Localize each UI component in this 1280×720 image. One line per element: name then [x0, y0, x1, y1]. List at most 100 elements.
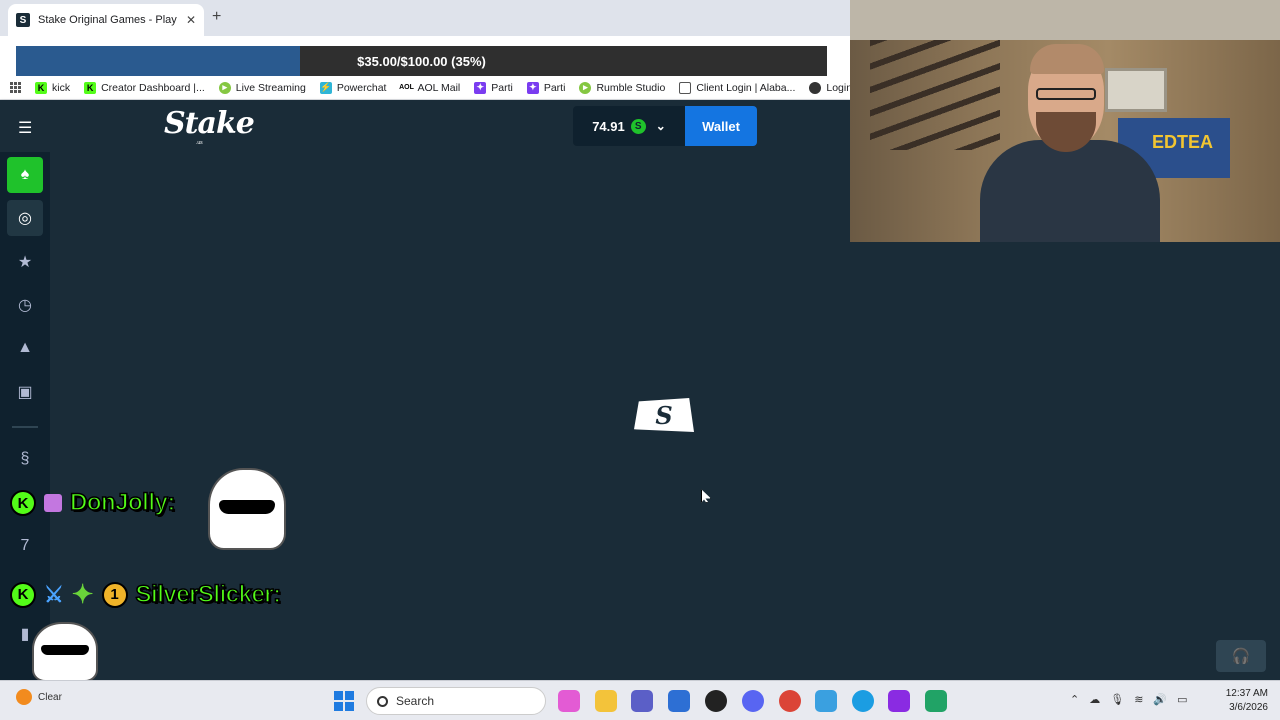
bookmark-parti-1[interactable]: ✦ Parti	[474, 81, 513, 94]
bookmark-label: Login	[826, 81, 850, 94]
powerchat-icon: ⚡	[319, 81, 332, 94]
sports-icon[interactable]: ◎	[7, 200, 43, 236]
wifi-icon[interactable]: ≋	[1134, 693, 1143, 706]
bookmark-kick[interactable]: Kkick	[35, 81, 71, 94]
kick-icon: K	[35, 81, 47, 94]
kick-icon: K	[84, 81, 97, 94]
app-icon[interactable]	[815, 690, 837, 712]
bookmark-parti-2[interactable]: ✦ Parti	[526, 81, 566, 94]
stake-originals-icon[interactable]: §	[7, 441, 43, 477]
clock-time: 12:37 AM	[1225, 688, 1268, 699]
bookmark-label: Client Login | Alaba...	[696, 81, 796, 94]
streamer-hat	[1030, 44, 1104, 74]
parti-icon: ✦	[474, 81, 487, 94]
bookmark-rumble-studio[interactable]: ▸ Rumble Studio	[579, 81, 666, 94]
bookmark-label: Creator Dashboard |...	[101, 81, 205, 94]
chat-username: DonJolly:	[69, 488, 176, 517]
sparkle-badge-icon: ✦	[71, 579, 94, 609]
streamer-glasses	[1036, 88, 1096, 100]
bookmark-label: Rumble Studio	[596, 81, 666, 94]
bookmark-label: Powerchat	[336, 81, 387, 94]
bookmark-label: kick	[52, 81, 71, 94]
sword-badge-icon: ⚔	[44, 581, 64, 607]
balance-amount: 74.91	[592, 118, 625, 134]
bookmark-label: Parti	[543, 81, 566, 94]
excel-icon[interactable]	[925, 690, 947, 712]
tab-title: Stake Original Games - Play Sol	[38, 14, 180, 26]
goal-progress-label: $35.00/$100.00 (35%)	[357, 53, 486, 69]
hamburger-menu-icon[interactable]: ☰	[18, 118, 32, 138]
cloud-icon[interactable]: ☁	[1089, 693, 1100, 706]
casino-icon[interactable]: ♠	[7, 157, 43, 193]
login-icon	[809, 81, 822, 94]
battery-icon[interactable]: ▭	[1177, 693, 1187, 706]
copilot-icon[interactable]	[558, 690, 580, 712]
aol-icon: AOL	[399, 81, 414, 94]
bookmark-aol-mail[interactable]: AOL AOL Mail	[399, 81, 461, 94]
stake-logo-sub: .us	[196, 140, 203, 146]
file-explorer-icon[interactable]	[595, 690, 617, 712]
live-support-headset-icon[interactable]: 🎧	[1216, 640, 1266, 672]
slots-icon[interactable]: 7	[7, 528, 43, 564]
gift-sub-badge-icon	[44, 494, 62, 512]
weather-label: Clear	[38, 691, 62, 703]
weather-icon	[16, 689, 32, 705]
kick-badge-icon: K	[10, 490, 36, 516]
sweeps-coin-icon: S	[630, 118, 646, 134]
sidebar-divider	[12, 426, 38, 428]
rumble-icon: ▸	[579, 81, 592, 94]
windows-taskbar: Clear Search ⌃ ☁ 🎙 ≋ 🔊 ▭ 12:37 AM 3/6/20…	[0, 680, 1280, 720]
taskbar-clock[interactable]: 12:37 AM 3/6/2026	[1218, 687, 1268, 715]
new-tab-icon[interactable]: +	[212, 8, 221, 26]
chat-message-silverslicker: K ⚔ ✦ 1 SilverSlicker:	[10, 579, 282, 610]
tab-close-icon[interactable]: ✕	[186, 13, 196, 27]
chrome-icon[interactable]	[779, 690, 801, 712]
system-tray: ⌃ ☁ 🎙 ≋ 🔊 ▭	[1070, 693, 1188, 706]
obs-icon[interactable]	[705, 690, 727, 712]
favourites-star-icon[interactable]: ★	[7, 244, 43, 280]
search-icon	[377, 695, 388, 707]
edge-icon[interactable]	[852, 690, 874, 712]
windows-start-icon[interactable]	[334, 691, 354, 711]
bookmark-login[interactable]: Login	[809, 81, 850, 94]
app-icon[interactable]	[888, 690, 910, 712]
bookmark-label: AOL Mail	[417, 81, 461, 94]
volume-icon[interactable]: 🔊	[1153, 693, 1167, 706]
goal-progress-bar: $35.00/$100.00 (35%)	[16, 46, 827, 76]
microphone-icon[interactable]: 🎙	[1110, 693, 1124, 706]
stake-favicon-icon: S	[16, 13, 30, 27]
webcam-window-ac	[1105, 68, 1167, 112]
bookmark-live-streaming[interactable]: ▸ Live Streaming	[218, 81, 306, 94]
discord-icon[interactable]	[742, 690, 764, 712]
chevron-up-icon[interactable]: ⌃	[1070, 693, 1079, 706]
apps-grid-icon[interactable]	[10, 81, 21, 94]
weather-widget[interactable]: Clear	[16, 689, 62, 705]
bookmark-powerchat[interactable]: ⚡ Powerchat	[319, 81, 387, 94]
browser-tab[interactable]: S Stake Original Games - Play Sol ✕	[8, 4, 204, 36]
balance-selector[interactable]: 74.91 S ⌄	[573, 106, 685, 146]
my-bets-icon[interactable]: ▣	[7, 374, 43, 410]
webcam-wall-rack	[870, 40, 1000, 150]
flag-text: EDTEA	[1152, 132, 1214, 152]
search-placeholder: Search	[396, 694, 435, 708]
chevron-down-icon: ⌄	[655, 119, 666, 133]
live-icon: ▸	[218, 81, 231, 94]
bookmark-creator-dashboard[interactable]: K Creator Dashboard |...	[84, 81, 205, 94]
teams-icon[interactable]	[631, 690, 653, 712]
challenges-flask-icon[interactable]: ▲	[7, 330, 43, 366]
wallet-button[interactable]: Wallet	[685, 106, 757, 146]
stake-logo[interactable]: Stake	[164, 106, 255, 141]
webcam-ceiling	[850, 0, 1280, 40]
bookmark-label: Parti	[491, 81, 513, 94]
document-icon	[679, 81, 692, 94]
bookmark-client-login[interactable]: Client Login | Alaba...	[679, 81, 796, 94]
recent-clock-icon[interactable]: ◷	[7, 287, 43, 323]
bookmarks-bar: Kkick K Creator Dashboard |... ▸ Live Stre…	[0, 76, 850, 100]
taskbar-search[interactable]: Search	[366, 687, 546, 715]
sunglasses-emote-icon	[32, 622, 98, 682]
store-icon[interactable]	[668, 690, 690, 712]
sunglasses-emote-icon	[208, 468, 286, 550]
parti-icon: ✦	[526, 81, 539, 94]
browser-tab-bar: S Stake Original Games - Play Sol ✕ +	[0, 0, 850, 36]
streamer-body	[980, 140, 1160, 242]
